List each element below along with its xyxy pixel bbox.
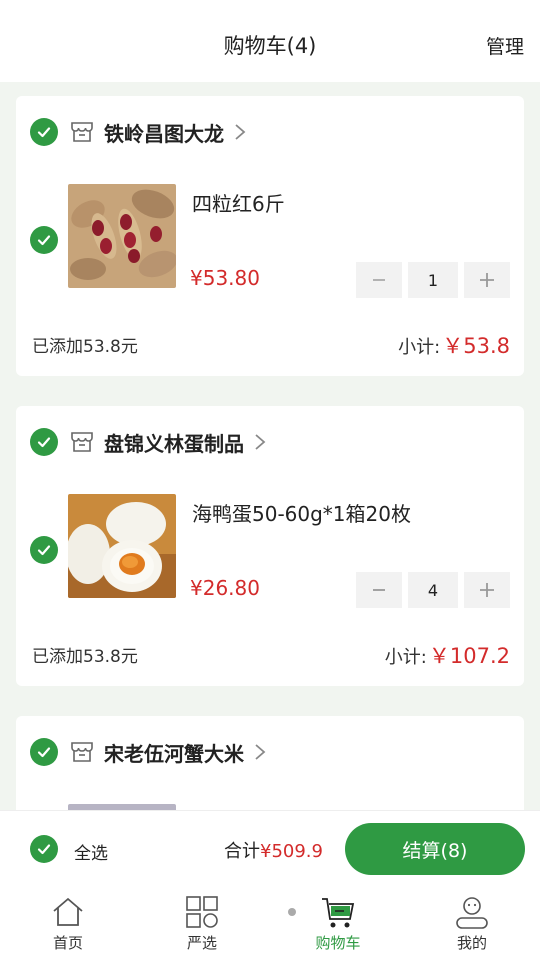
store-check-icon[interactable] [30, 118, 58, 146]
subtotal-value: ￥107.2 [428, 644, 510, 668]
manage-button[interactable]: 管理 [486, 32, 524, 59]
store-name: 盘锦义林蛋制品 [104, 431, 244, 456]
home-icon [53, 897, 83, 926]
tab-home[interactable]: 首页 [18, 888, 118, 960]
minus-icon [373, 279, 385, 281]
increase-button[interactable] [464, 572, 510, 608]
tab-label: 我的 [456, 934, 487, 952]
total-label: 合计 [224, 841, 260, 862]
checkout-bar: 全选 合计¥509.9 结算(8) [0, 810, 540, 888]
tab-selection[interactable]: 严选 [152, 888, 252, 960]
tab-label: 购物车 [315, 934, 361, 952]
tab-cart[interactable]: 购物车 [288, 888, 388, 960]
tab-profile[interactable]: 我的 [422, 888, 522, 960]
store-check-icon[interactable] [30, 428, 58, 456]
plus-icon [480, 583, 494, 597]
store-icon [70, 431, 94, 453]
store-card: 盘锦义林蛋制品 海鸭蛋50-60g*1箱20枚 ¥26.80 4 已添加53.8… [16, 406, 524, 686]
minus-icon [373, 589, 385, 591]
product-price: ¥53.80 [190, 266, 260, 290]
product-name[interactable]: 四粒红6斤 [192, 188, 285, 217]
checkout-button[interactable]: 结算(8) [345, 823, 525, 875]
select-all-check-icon[interactable] [30, 835, 58, 863]
quantity-stepper: 1 [356, 262, 510, 298]
active-indicator-dot [288, 908, 296, 916]
subtotal: 小计: ￥107.2 [385, 640, 510, 670]
profile-icon [456, 897, 488, 929]
item-check-icon[interactable] [30, 226, 58, 254]
select-all-label[interactable]: 全选 [74, 839, 108, 864]
decrease-button[interactable] [356, 262, 402, 298]
chevron-right-icon [254, 743, 266, 761]
store-name: 铁岭昌图大龙 [104, 121, 224, 146]
quantity-input[interactable]: 1 [408, 262, 458, 298]
subtotal-label: 小计: [384, 647, 427, 668]
quantity-stepper: 4 [356, 572, 510, 608]
tab-label: 严选 [186, 934, 217, 952]
store-check-icon[interactable] [30, 738, 58, 766]
increase-button[interactable] [464, 262, 510, 298]
top-header: 购物车(4) 管理 [0, 0, 540, 82]
subtotal-value: ￥53.8 [442, 334, 510, 358]
total: 合计¥509.9 [224, 837, 323, 863]
store-icon [70, 741, 94, 763]
cart-list[interactable]: 铁岭昌图大龙 四粒红6斤 ¥53.80 1 已添加53.8元 小计: ￥53.8… [0, 82, 540, 810]
peanuts-photo[interactable] [68, 184, 176, 288]
tab-label: 首页 [52, 934, 83, 952]
plus-icon [480, 273, 494, 287]
cart-icon [322, 898, 355, 928]
subtotal-label: 小计: [398, 337, 441, 358]
bottom-tab-bar: 首页 严选 购物车 我的 [0, 888, 540, 960]
chevron-right-icon [254, 433, 266, 451]
grid-icon [186, 896, 218, 928]
store-icon [70, 121, 94, 143]
decrease-button[interactable] [356, 572, 402, 608]
store-name: 宋老伍河蟹大米 [104, 741, 244, 766]
salted-duck-egg-photo[interactable] [68, 494, 176, 598]
subtotal: 小计: ￥53.8 [398, 330, 510, 360]
store-header[interactable]: 盘锦义林蛋制品 [30, 426, 266, 458]
total-value: ¥509.9 [260, 841, 323, 862]
page-title: 购物车(4) [223, 34, 317, 58]
store-card: 宋老伍河蟹大米 [16, 716, 524, 810]
item-check-icon[interactable] [30, 536, 58, 564]
product-name[interactable]: 海鸭蛋50-60g*1箱20枚 [192, 498, 411, 527]
quantity-input[interactable]: 4 [408, 572, 458, 608]
added-amount: 已添加53.8元 [32, 337, 138, 357]
store-header[interactable]: 铁岭昌图大龙 [30, 116, 246, 148]
product-price: ¥26.80 [190, 576, 260, 600]
added-amount: 已添加53.8元 [32, 647, 138, 667]
chevron-right-icon [234, 123, 246, 141]
store-card: 铁岭昌图大龙 四粒红6斤 ¥53.80 1 已添加53.8元 小计: ￥53.8 [16, 96, 524, 376]
store-header[interactable]: 宋老伍河蟹大米 [30, 736, 266, 768]
